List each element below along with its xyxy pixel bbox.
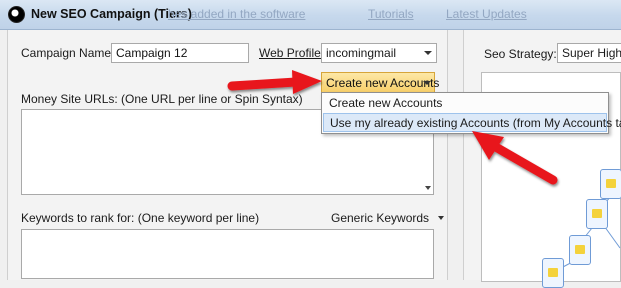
web-profiles-link[interactable]: Web Profiles (259, 46, 327, 60)
chevron-down-icon (438, 216, 445, 220)
keywords-type-select[interactable]: Generic Keywords (331, 211, 445, 225)
create-accounts-menu: Create new Accounts Use my already exist… (321, 92, 621, 134)
create-accounts-button[interactable]: Create new Accounts (321, 72, 439, 93)
web-profiles-select[interactable]: incomingmail (321, 43, 437, 63)
seo-strategy-value: Super High C (562, 46, 621, 60)
keywords-textarea[interactable] (21, 229, 434, 279)
chevron-down-icon (423, 81, 431, 85)
keywords-type-value: Generic Keywords (331, 211, 430, 225)
money-site-urls-label: Money Site URLs: (One URL per line or Sp… (21, 92, 303, 106)
menu-item-create-new-accounts[interactable]: Create new Accounts (323, 94, 607, 113)
window-title-bar: New SEO Campaign (Tiers) hes added in th… (0, 0, 621, 30)
background-link-changes[interactable]: hes added in the software (168, 7, 305, 21)
diagram-node (569, 235, 591, 265)
campaign-name-input[interactable] (111, 43, 249, 63)
diagram-node (600, 169, 621, 199)
menu-item-use-existing-accounts[interactable]: Use my already existing Accounts (from M… (323, 113, 621, 132)
background-link-latest-updates[interactable]: Latest Updates (446, 7, 527, 21)
chevron-down-icon (424, 51, 432, 55)
background-link-tutorials[interactable]: Tutorials (368, 7, 414, 21)
scroll-down-icon[interactable] (425, 186, 431, 190)
web-profiles-value: incomingmail (326, 46, 397, 60)
diagram-node (542, 258, 564, 288)
seo-strategy-select[interactable]: Super High C (557, 43, 621, 63)
diagram-node (586, 199, 608, 229)
keywords-label: Keywords to rank for: (One keyword per l… (21, 211, 260, 225)
app-logo-icon (8, 6, 25, 23)
seo-strategy-label: Seo Strategy: (484, 47, 557, 61)
campaign-name-label: Campaign Name: (21, 46, 115, 60)
